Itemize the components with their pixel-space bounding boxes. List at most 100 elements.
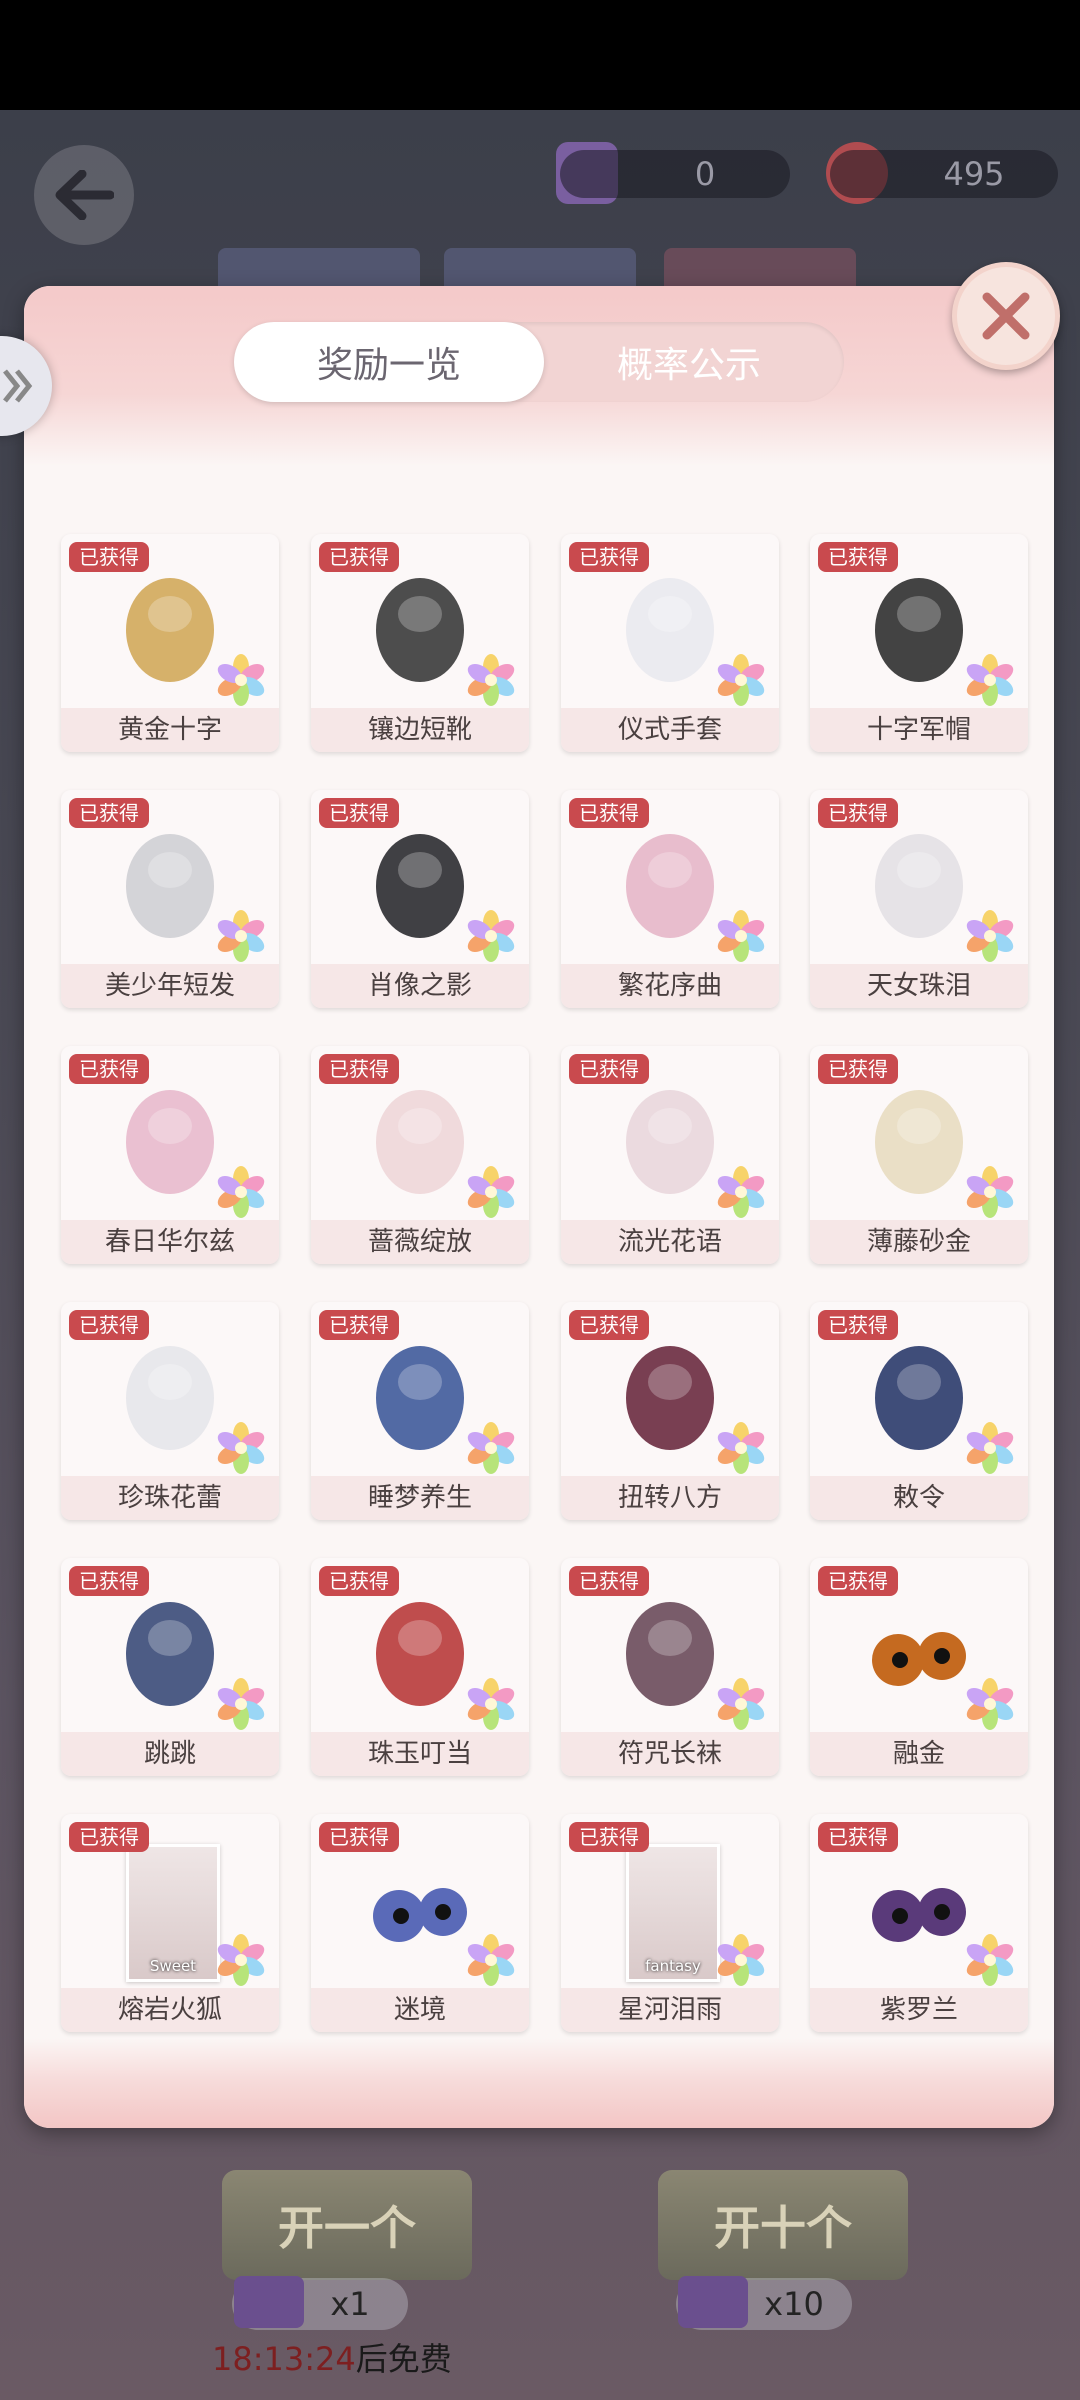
reward-card[interactable]: 已获得流光花语 — [561, 1046, 779, 1264]
reward-card[interactable]: 已获得天女珠泪 — [810, 790, 1028, 1008]
reward-card[interactable]: 已获得仪式手套 — [561, 534, 779, 752]
rarity-flower-icon — [215, 1934, 267, 1986]
gem-count: 495 — [943, 155, 1005, 193]
status-bar — [0, 0, 1080, 110]
rarity-flower-icon — [964, 1422, 1016, 1474]
reward-card[interactable]: 已获得 肖像之影 — [311, 790, 529, 1008]
rarity-flower-icon — [465, 1678, 517, 1730]
reward-card[interactable]: 已获得 美少年短发 — [61, 790, 279, 1008]
reward-card[interactable]: 已获得 扭转八方 — [561, 1302, 779, 1520]
reward-name: 春日华尔兹 — [61, 1220, 279, 1264]
reward-card[interactable]: Sweet 已获得熔岩火狐 — [61, 1814, 279, 2032]
tab-switcher: 概率公示 奖励一览 — [234, 322, 844, 402]
reward-name: 睡梦养生 — [311, 1476, 529, 1520]
obtained-badge: 已获得 — [319, 1822, 399, 1852]
reward-card[interactable]: 已获得繁花序曲 — [561, 790, 779, 1008]
stockings-icon — [611, 1588, 729, 1720]
rarity-flower-icon — [215, 1422, 267, 1474]
rarity-flower-icon — [964, 654, 1016, 706]
gold-cross-earrings-icon — [111, 564, 229, 696]
obtained-badge: 已获得 — [818, 1054, 898, 1084]
reward-card[interactable]: 已获得 珍珠花蕾 — [61, 1302, 279, 1520]
reward-name: 十字军帽 — [810, 708, 1028, 752]
obtained-badge: 已获得 — [69, 1822, 149, 1852]
reward-name: 熔岩火狐 — [61, 1988, 279, 2032]
jacket-icon — [361, 1332, 479, 1464]
reward-name: 星河泪雨 — [561, 1988, 779, 2032]
obtained-badge: 已获得 — [818, 1822, 898, 1852]
obtained-badge: 已获得 — [319, 1054, 399, 1084]
obtained-badge: 已获得 — [569, 798, 649, 828]
dress-icon — [611, 820, 729, 952]
makeup-portrait-icon: Sweet — [126, 1844, 220, 1982]
obtained-badge: 已获得 — [569, 1054, 649, 1084]
reward-name: 珠玉叮当 — [311, 1732, 529, 1776]
obtained-badge: 已获得 — [818, 1566, 898, 1596]
reward-name: 迷境 — [311, 1988, 529, 2032]
rarity-flower-icon — [465, 1934, 517, 1986]
obtained-badge: 已获得 — [319, 1310, 399, 1340]
obtained-badge: 已获得 — [69, 798, 149, 828]
rarity-flower-icon — [465, 1166, 517, 1218]
reward-card[interactable]: 已获得 融金 — [810, 1558, 1028, 1776]
obtained-badge: 已获得 — [569, 542, 649, 572]
reward-card[interactable]: 已获得 蔷薇绽放 — [311, 1046, 529, 1264]
double-chevron-icon — [3, 369, 33, 403]
panel-footer-decoration — [24, 2038, 1054, 2128]
obtained-badge: 已获得 — [319, 1566, 399, 1596]
ticket-icon — [678, 2276, 748, 2328]
makeup-portrait-icon: fantasy — [626, 1844, 720, 1982]
ticket-counter: 0 — [560, 150, 790, 198]
reward-name: 流光花语 — [561, 1220, 779, 1264]
reward-card[interactable]: fantasy 已获得 星河泪雨 — [561, 1814, 779, 2032]
open-ten-button[interactable]: 开十个 — [658, 2170, 908, 2280]
rarity-flower-icon — [715, 1678, 767, 1730]
reward-card[interactable]: 已获得迷境 — [311, 1814, 529, 2032]
obtained-badge: 已获得 — [818, 798, 898, 828]
reward-name: 镶边短靴 — [311, 708, 529, 752]
reward-card[interactable]: 已获得睡梦养生 — [311, 1302, 529, 1520]
tab-rewards-list[interactable]: 奖励一览 — [234, 322, 544, 402]
reward-card[interactable]: 已获得 黄金十字 — [61, 534, 279, 752]
obtained-badge: 已获得 — [569, 1566, 649, 1596]
timer-suffix: 后免费 — [355, 2340, 452, 2378]
reward-card[interactable]: 已获得 十字军帽 — [810, 534, 1028, 752]
obtained-badge: 已获得 — [319, 542, 399, 572]
reward-name: 珍珠花蕾 — [61, 1476, 279, 1520]
shoes-icon — [111, 1076, 229, 1208]
reward-card[interactable]: 已获得 敕令 — [810, 1302, 1028, 1520]
reward-card[interactable]: 已获得镶边短靴 — [311, 534, 529, 752]
rarity-flower-icon — [715, 910, 767, 962]
reward-card[interactable]: 已获得 紫罗兰 — [810, 1814, 1028, 2032]
reward-name: 肖像之影 — [311, 964, 529, 1008]
reward-name: 跳跳 — [61, 1732, 279, 1776]
rarity-flower-icon — [715, 654, 767, 706]
reward-card[interactable]: 已获得 春日华尔兹 — [61, 1046, 279, 1264]
close-button[interactable] — [952, 262, 1060, 370]
hat-icon — [860, 1332, 978, 1464]
reward-card[interactable]: 已获得 薄藤砂金 — [810, 1046, 1028, 1264]
reward-name: 敕令 — [810, 1476, 1028, 1520]
tab-probability[interactable]: 概率公示 — [534, 322, 844, 402]
portrait-caption: Sweet — [149, 1957, 197, 1975]
rarity-flower-icon — [964, 1934, 1016, 1986]
rewards-panel: 概率公示 奖励一览 已获得 黄金十字 已获得 镶边短靴 已获得 仪式手套 已获得 十字军帽 已获… — [24, 286, 1054, 2128]
open-one-button[interactable]: 开一个 — [222, 2170, 472, 2280]
reward-card[interactable]: 已获得跳跳 — [61, 1558, 279, 1776]
reward-card[interactable]: 已获得珠玉叮当 — [311, 1558, 529, 1776]
back-button[interactable] — [34, 145, 134, 245]
free-timer: 18:13:24后免费 — [212, 2334, 452, 2380]
ornament-icon — [361, 1588, 479, 1720]
rarity-flower-icon — [215, 1166, 267, 1218]
rarity-flower-icon — [715, 1422, 767, 1474]
rarity-flower-icon — [215, 1678, 267, 1730]
gloves-icon — [361, 1076, 479, 1208]
reward-name: 繁花序曲 — [561, 964, 779, 1008]
rarity-flower-icon — [465, 654, 517, 706]
reward-card[interactable]: 已获得 符咒长袜 — [561, 1558, 779, 1776]
obtained-badge: 已获得 — [69, 1566, 149, 1596]
cost-ten-value: x10 — [764, 2285, 824, 2323]
reward-name: 仪式手套 — [561, 708, 779, 752]
gloves-icon — [611, 564, 729, 696]
reward-name: 天女珠泪 — [810, 964, 1028, 1008]
